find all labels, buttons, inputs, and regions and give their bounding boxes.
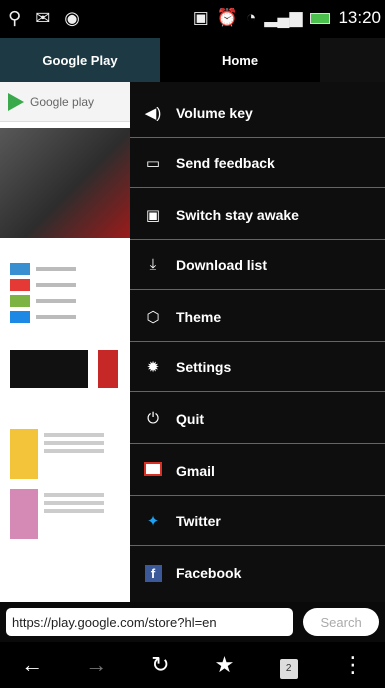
back-arrow-icon[interactable]: ← bbox=[12, 652, 52, 678]
promo-row bbox=[10, 350, 120, 388]
bottom-toolbar: ← → ↻ ★ 2 ⋮ bbox=[0, 642, 385, 688]
list-item[interactable] bbox=[10, 429, 120, 479]
category-item[interactable] bbox=[10, 294, 120, 308]
bookmark-star-icon[interactable]: ★ bbox=[205, 652, 245, 678]
list-item[interactable] bbox=[10, 489, 120, 539]
alarm-icon: ⏰ bbox=[216, 8, 238, 27]
category-list bbox=[0, 262, 130, 324]
menu-item-facebook[interactable]: f Facebook bbox=[130, 548, 385, 598]
overflow-menu: ◀) Volume key ▭ Send feedback ▣ Switch s… bbox=[130, 82, 385, 602]
menu-item-label: Facebook bbox=[176, 565, 242, 581]
signal-icon: ▂▄▆ bbox=[264, 8, 303, 27]
tab-home[interactable]: Home bbox=[160, 38, 320, 82]
battery-icon bbox=[310, 12, 331, 24]
tab-count: 2 bbox=[279, 659, 298, 679]
google-play-header: Google play bbox=[0, 82, 130, 122]
menu-item-label: Twitter bbox=[176, 512, 221, 529]
screen-icon: ▣ bbox=[145, 206, 161, 224]
google-play-logo: Google play bbox=[30, 94, 95, 109]
search-button[interactable]: Search bbox=[303, 608, 379, 636]
gmail-icon bbox=[144, 461, 162, 476]
twitter-icon: ✦ bbox=[146, 512, 160, 530]
feedback-icon: ▭ bbox=[145, 154, 161, 172]
menu-item-switch-stay-awake[interactable]: ▣ Switch stay awake bbox=[130, 190, 385, 240]
menu-item-download-list[interactable]: ⤓ Download list bbox=[130, 240, 385, 290]
status-bar: ⚲ ✉ ◉ ▣ ⏰ ◔ ▂▄▆ 13:20 bbox=[0, 0, 385, 38]
facebook-icon: f bbox=[144, 564, 162, 582]
forward-arrow-icon[interactable]: → bbox=[76, 652, 116, 678]
menu-item-gmail[interactable]: Gmail bbox=[130, 446, 385, 496]
tab-bar: Google Play Home bbox=[0, 38, 385, 82]
menu-item-label: Download list bbox=[176, 256, 267, 273]
theme-icon: ⬡ bbox=[146, 308, 160, 326]
tab-blank[interactable] bbox=[320, 38, 385, 82]
menu-item-label: Settings bbox=[176, 358, 232, 375]
android-icon: ◉ bbox=[64, 8, 80, 28]
book-cover bbox=[10, 489, 38, 539]
menu-item-send-feedback[interactable]: ▭ Send feedback bbox=[130, 138, 385, 188]
speaker-icon: ◀) bbox=[144, 104, 162, 122]
web-content[interactable]: Google play bbox=[0, 82, 130, 602]
book-cover bbox=[10, 429, 38, 479]
menu-item-label: Theme bbox=[176, 308, 222, 325]
tabs-button[interactable]: 2 bbox=[269, 651, 309, 679]
menu-item-volume-key[interactable]: ◀) Volume key bbox=[130, 88, 385, 138]
tab-google-play[interactable]: Google Play bbox=[0, 38, 160, 82]
power-icon: ⏻ bbox=[147, 410, 159, 427]
more-vertical-icon[interactable]: ⋮ bbox=[333, 652, 373, 678]
google-play-logo-icon bbox=[8, 92, 24, 111]
vibrate-icon: ▣ bbox=[192, 8, 209, 27]
menu-item-label: Switch stay awake bbox=[176, 206, 299, 223]
menu-item-label: Send feedback bbox=[176, 154, 275, 171]
menu-item-settings[interactable]: ✹ Settings bbox=[130, 342, 385, 392]
menu-item-quit[interactable]: ⏻ Quit bbox=[130, 394, 385, 444]
reload-icon[interactable]: ↻ bbox=[140, 652, 180, 678]
category-item[interactable] bbox=[10, 262, 120, 276]
usb-icon: ⚲ bbox=[8, 8, 22, 28]
category-item[interactable] bbox=[10, 278, 120, 292]
clock: 13:20 bbox=[338, 8, 381, 27]
download-icon: ⤓ bbox=[149, 256, 157, 273]
recommended-heading bbox=[10, 410, 120, 419]
category-item[interactable] bbox=[10, 310, 120, 324]
url-input[interactable] bbox=[6, 608, 294, 636]
menu-item-label: Gmail bbox=[176, 462, 215, 479]
notification-icon: ✉ bbox=[35, 8, 51, 28]
gear-icon: ✹ bbox=[146, 358, 160, 376]
menu-item-theme[interactable]: ⬡ Theme bbox=[130, 292, 385, 342]
menu-item-label: Quit bbox=[176, 410, 204, 427]
wifi-icon: ◔ bbox=[245, 8, 257, 27]
promo-banner[interactable] bbox=[10, 350, 88, 388]
address-bar: Search bbox=[0, 602, 385, 642]
top-books-heading bbox=[10, 567, 120, 576]
menu-item-label: Volume key bbox=[176, 104, 253, 121]
menu-item-twitter[interactable]: ✦ Twitter bbox=[130, 496, 385, 546]
featured-banner[interactable] bbox=[0, 128, 130, 238]
promo-banner[interactable] bbox=[98, 350, 118, 388]
